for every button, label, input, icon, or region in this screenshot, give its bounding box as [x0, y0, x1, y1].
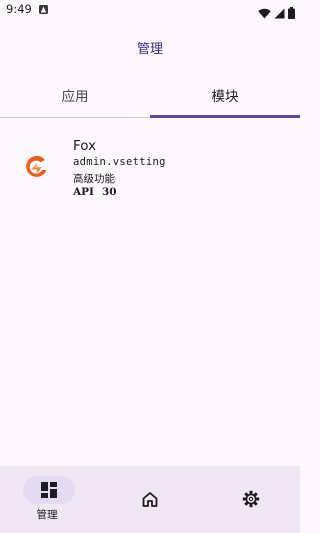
nav-item-home[interactable]	[100, 466, 200, 533]
api-label: API	[73, 186, 94, 198]
nav-item-manage[interactable]: 管理	[0, 466, 100, 533]
module-description: 高级功能	[73, 173, 115, 185]
status-time: 9:49	[6, 2, 32, 16]
cellular-signal-icon	[274, 4, 285, 23]
tab-bar: 应用 模块	[0, 78, 300, 118]
home-icon	[141, 490, 159, 508]
settings-gear-icon	[242, 490, 260, 508]
nav-item-settings[interactable]	[200, 466, 300, 533]
tab-selected-indicator	[150, 115, 300, 118]
dashboard-icon	[40, 481, 58, 499]
status-bar: 9:49	[0, 0, 300, 20]
page-title: 管理	[136, 42, 163, 57]
wifi-icon	[258, 4, 271, 23]
tab-apps[interactable]: 应用	[0, 78, 150, 116]
module-list-item[interactable]: Fox admin.vsetting 高级功能 API 30	[0, 128, 300, 208]
module-name: Fox	[73, 138, 97, 154]
status-icons	[258, 4, 295, 23]
fox-logo-icon	[23, 154, 49, 180]
module-package: admin.vsetting	[73, 156, 166, 168]
nav-label-manage: 管理	[36, 509, 58, 521]
tab-modules[interactable]: 模块	[150, 78, 300, 116]
bottom-navigation: 管理	[0, 466, 300, 533]
battery-icon	[288, 4, 295, 23]
notification-app-icon	[39, 5, 48, 14]
api-value: 30	[101, 186, 117, 198]
module-api-level: API 30	[73, 186, 117, 198]
